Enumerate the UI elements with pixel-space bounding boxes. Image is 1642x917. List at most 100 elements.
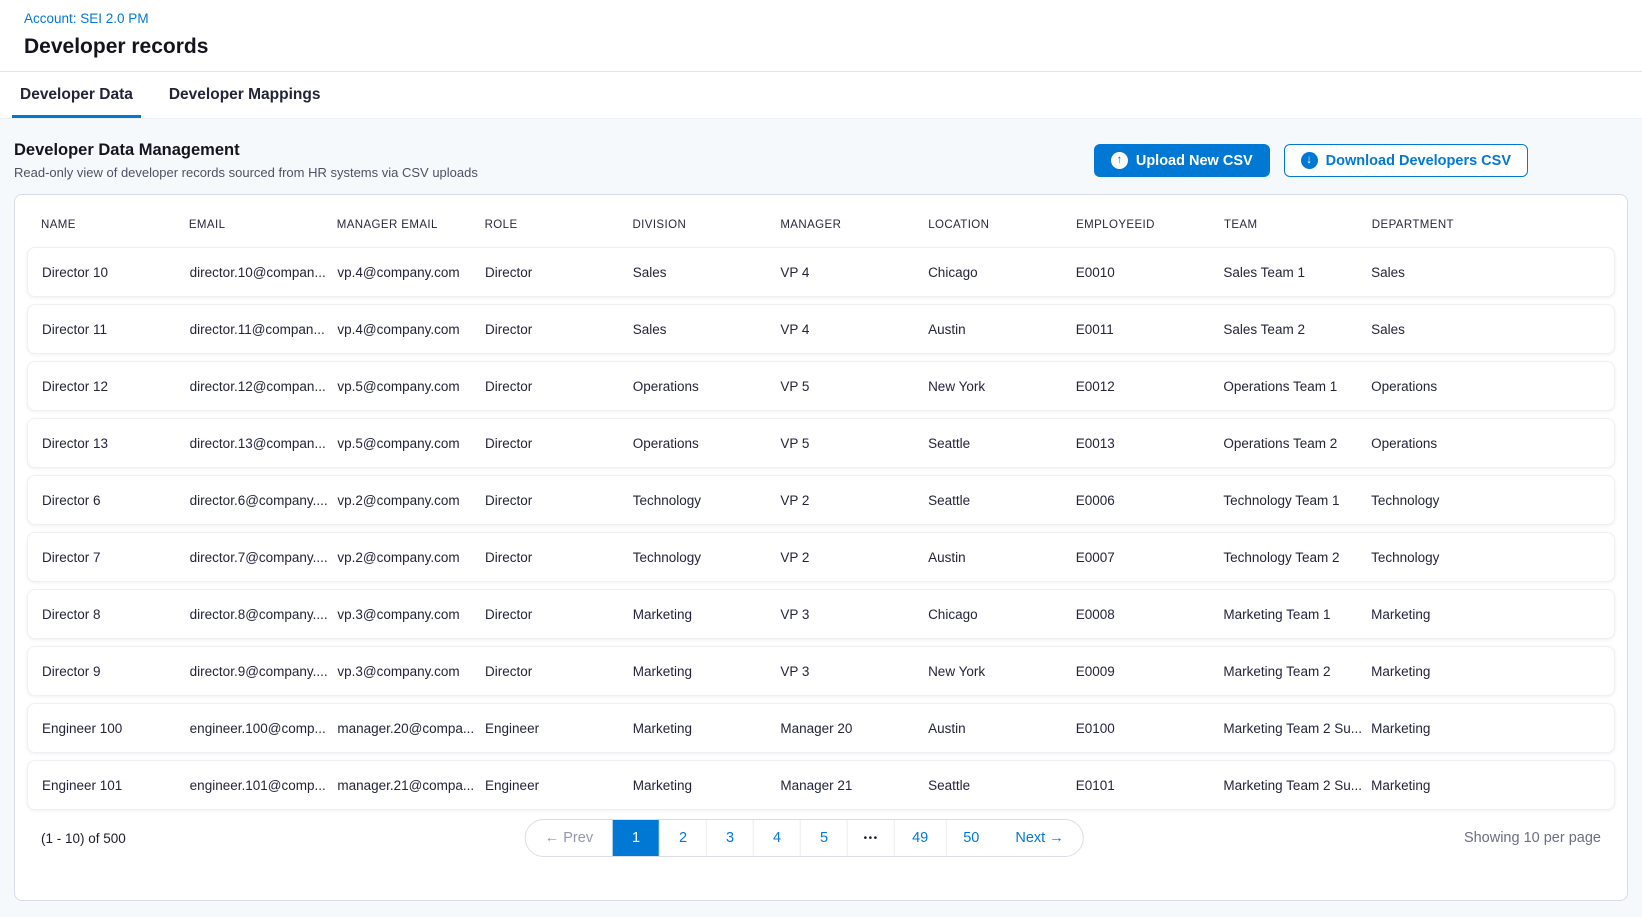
table-cell: Marketing [633,664,781,679]
table-cell: E0012 [1076,379,1224,394]
column-header: DIVISION [632,219,780,231]
table-cell: Marketing Team 2 Su... [1223,721,1371,736]
table-cell: Seattle [928,493,1076,508]
download-developers-csv-button[interactable]: ↓ Download Developers CSV [1284,144,1528,177]
page-ellipsis-button[interactable]: ••• [848,820,895,856]
table-cell: Sales Team 2 [1223,322,1371,337]
table-cell: manager.21@compa... [337,778,485,793]
page-number-button[interactable]: 1 [613,820,660,856]
table-cell: vp.5@company.com [337,379,485,394]
account-breadcrumb-link[interactable]: Account: SEI 2.0 PM [24,11,149,26]
table-cell: Engineer [485,778,633,793]
table-cell: Director 7 [42,550,190,565]
table-cell: Director 9 [42,664,190,679]
table-cell: Manager 21 [780,778,928,793]
table-cell: Director 13 [42,436,190,451]
table-cell: Sales [1371,322,1600,337]
per-page-label: Showing 10 per page [1464,830,1601,846]
table-cell: E0013 [1076,436,1224,451]
page-number-button[interactable]: 50 [946,820,996,856]
table-cell: Marketing [1371,721,1600,736]
table-cell: E0007 [1076,550,1224,565]
section-header: Developer Data Management Read-only view… [14,135,1628,194]
table-row[interactable]: Director 8director.8@company....vp.3@com… [27,589,1615,639]
table-cell: vp.2@company.com [337,493,485,508]
table-row[interactable]: Director 6director.6@company....vp.2@com… [27,475,1615,525]
column-header: MANAGER EMAIL [337,219,485,231]
table-row[interactable]: Engineer 100engineer.100@comp...manager.… [27,703,1615,753]
prev-page-button[interactable]: ← Prev [526,820,613,856]
table-cell: Technology [1371,550,1600,565]
table-cell: Austin [928,721,1076,736]
table-cell: Marketing Team 2 Su... [1223,778,1371,793]
table-cell: director.6@company.... [190,493,338,508]
pagination: ← Prev 12345•••4950 Next → [525,819,1084,857]
table-row[interactable]: Director 11director.11@compan...vp.4@com… [27,304,1615,354]
table-cell: engineer.100@comp... [190,721,338,736]
page-number-button[interactable]: 3 [707,820,754,856]
table-cell: Marketing [633,778,781,793]
table-cell: Engineer 101 [42,778,190,793]
table-cell: Director 6 [42,493,190,508]
table-cell: Manager 20 [780,721,928,736]
table-cell: Chicago [928,607,1076,622]
table-cell: Director [485,265,633,280]
upload-new-csv-button[interactable]: ↑ Upload New CSV [1094,144,1270,177]
page-header: Account: SEI 2.0 PM Developer records [0,0,1642,71]
download-button-label: Download Developers CSV [1326,153,1511,169]
upload-button-label: Upload New CSV [1136,153,1253,169]
table-cell: New York [928,379,1076,394]
table-cell: director.11@compan... [190,322,338,337]
table-cell: Technology [633,550,781,565]
table-cell: VP 4 [780,322,928,337]
column-header: ROLE [485,219,633,231]
table-row[interactable]: Director 10director.10@compan...vp.4@com… [27,247,1615,297]
table-cell: E0101 [1076,778,1224,793]
table-cell: Technology [633,493,781,508]
table-cell: VP 2 [780,493,928,508]
table-row[interactable]: Director 9director.9@company....vp.3@com… [27,646,1615,696]
column-header: NAME [41,219,189,231]
section-subtitle: Read-only view of developer records sour… [14,165,478,180]
page-number-button[interactable]: 4 [754,820,801,856]
table-cell: Director [485,607,633,622]
next-arrow-icon: → [1049,830,1064,846]
table-row[interactable]: Engineer 101engineer.101@comp...manager.… [27,760,1615,810]
table-cell: VP 3 [780,664,928,679]
column-header: DEPARTMENT [1372,219,1601,231]
page-number-button[interactable]: 5 [801,820,848,856]
table-cell: Marketing Team 2 [1223,664,1371,679]
table-footer: (1 - 10) of 500 ← Prev 12345•••4950 Next… [27,810,1615,868]
table-cell: engineer.101@comp... [190,778,338,793]
table-cell: Marketing [1371,607,1600,622]
content-area: Developer Data Management Read-only view… [0,119,1642,917]
table-cell: Director 11 [42,322,190,337]
table-cell: Operations Team 2 [1223,436,1371,451]
table-cell: director.12@compan... [190,379,338,394]
table-cell: Operations [633,436,781,451]
download-icon: ↓ [1301,152,1318,169]
table-cell: vp.3@company.com [337,607,485,622]
page-number-button[interactable]: 2 [660,820,707,856]
table-row[interactable]: Director 7director.7@company....vp.2@com… [27,532,1615,582]
next-page-button[interactable]: Next → [996,820,1082,856]
page-number-button[interactable]: 49 [895,820,946,856]
tab-developer-data[interactable]: Developer Data [12,72,141,118]
table-cell: E0011 [1076,322,1224,337]
table-cell: Operations [1371,379,1600,394]
table-cell: Director [485,664,633,679]
table-row[interactable]: Director 13director.13@compan...vp.5@com… [27,418,1615,468]
table-cell: VP 5 [780,379,928,394]
table-rows: Director 10director.10@compan...vp.4@com… [27,247,1615,810]
table-cell: VP 2 [780,550,928,565]
table-cell: Operations [1371,436,1600,451]
column-header: EMPLOYEEID [1076,219,1224,231]
table-row[interactable]: Director 12director.12@compan...vp.5@com… [27,361,1615,411]
table-cell: New York [928,664,1076,679]
table-cell: VP 3 [780,607,928,622]
table-cell: E0100 [1076,721,1224,736]
table-cell: Austin [928,550,1076,565]
tab-developer-mappings[interactable]: Developer Mappings [161,72,329,118]
page: Account: SEI 2.0 PM Developer records De… [0,0,1642,917]
table-cell: Director [485,379,633,394]
